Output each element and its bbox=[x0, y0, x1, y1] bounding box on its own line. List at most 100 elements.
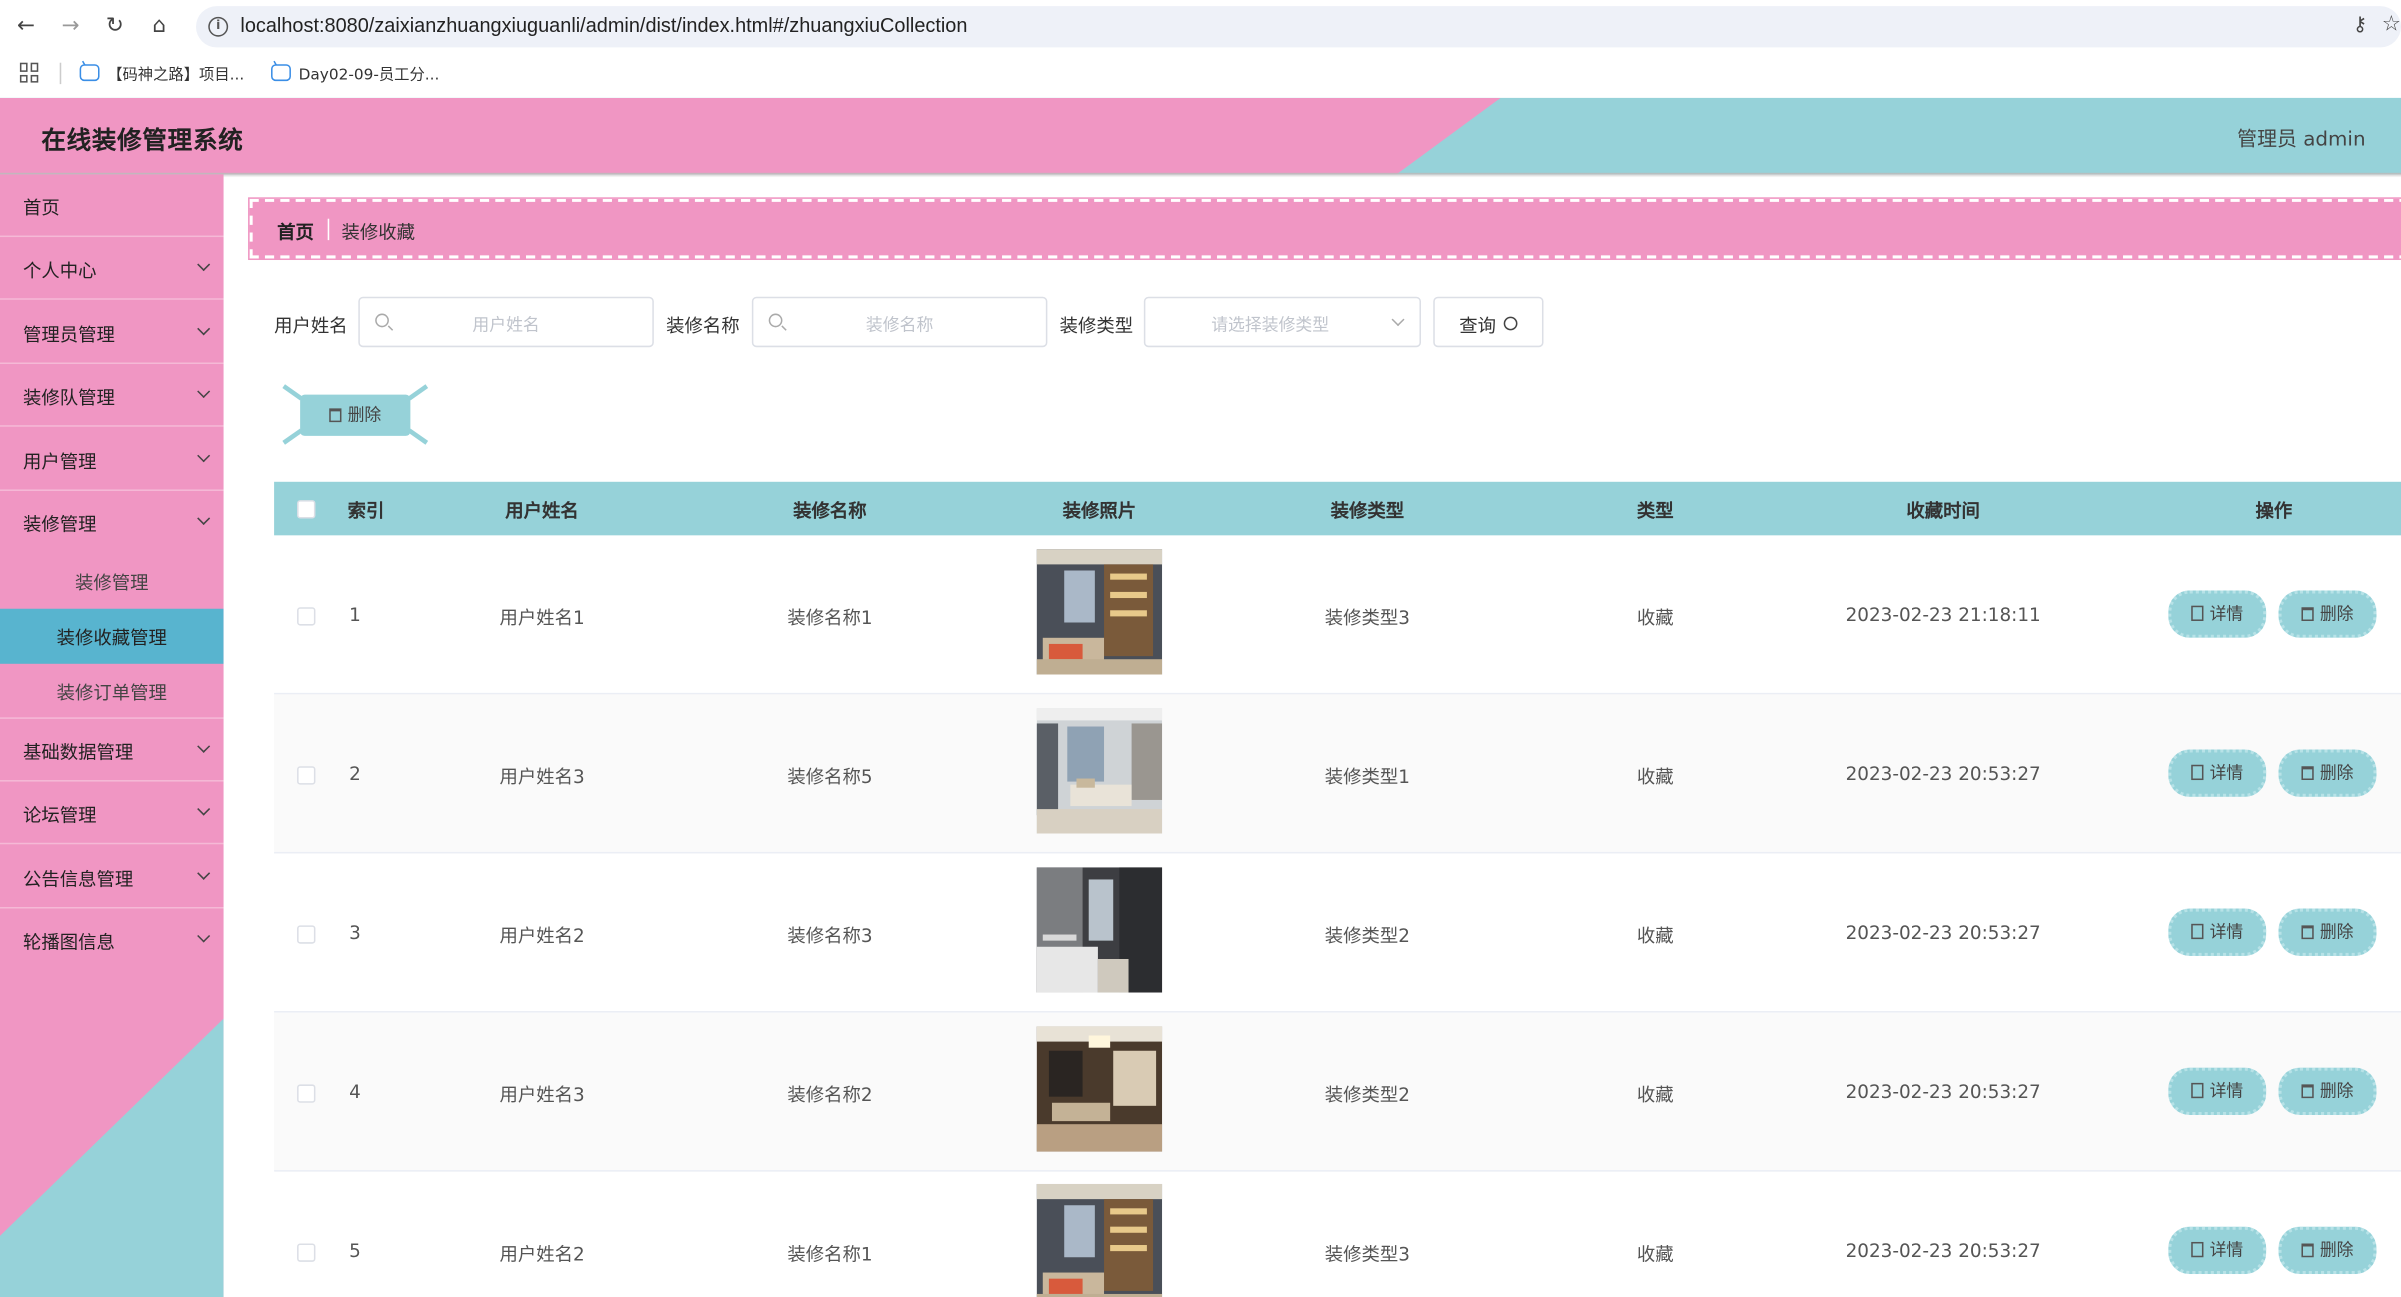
sidebar-item-carousel[interactable]: 轮播图信息 bbox=[0, 909, 224, 972]
cell-time: 2023-02-23 20:53:27 bbox=[1845, 1081, 2041, 1103]
bulk-delete-button[interactable]: 删除 bbox=[282, 384, 429, 445]
cell-deco-type: 装修类型1 bbox=[1324, 766, 1411, 788]
sidebar-subitem-decoration[interactable]: 装修管理 bbox=[0, 554, 224, 609]
row-checkbox[interactable] bbox=[297, 607, 316, 626]
detail-button[interactable]: 详情 bbox=[2168, 1067, 2267, 1116]
forward-icon[interactable]: → bbox=[55, 11, 86, 42]
bookmark-star-icon[interactable]: ☆ bbox=[2382, 12, 2401, 36]
sidebar-item-decoration-management[interactable]: 装修管理 bbox=[0, 491, 224, 554]
browser-toolbar: ← → ↻ ⌂ i localhost:8080/zaixianzhuangxi… bbox=[0, 0, 2401, 53]
chevron-down-icon bbox=[197, 802, 211, 816]
document-icon bbox=[2191, 605, 2204, 621]
query-button[interactable]: 查询 bbox=[1433, 296, 1544, 348]
decoration-type-select[interactable]: 请选择装修类型 bbox=[1143, 296, 1421, 348]
breadcrumb-current: 装修收藏 bbox=[341, 221, 415, 244]
sidebar-item-label: 公告信息管理 bbox=[22, 868, 134, 891]
detail-button[interactable]: 详情 bbox=[2168, 1226, 2267, 1275]
bookmark-item[interactable]: 【码神之路】项目... bbox=[79, 61, 244, 84]
interior-photo-thumbnail[interactable] bbox=[1036, 1183, 1163, 1297]
bilibili-icon bbox=[271, 64, 291, 82]
chevron-down-icon bbox=[197, 929, 211, 943]
user-name-input[interactable]: 用户姓名 bbox=[358, 296, 654, 348]
sidebar-item-label: 轮播图信息 bbox=[22, 931, 115, 953]
apps-grid-icon[interactable] bbox=[19, 62, 40, 83]
detail-button[interactable]: 详情 bbox=[2168, 908, 2267, 956]
bookmarks-bar: 【码神之路】项目... Day02-09-员工分... bbox=[0, 52, 2401, 95]
detail-button[interactable]: 详情 bbox=[2168, 749, 2267, 797]
row-checkbox[interactable] bbox=[297, 766, 316, 785]
detail-button-label: 详情 bbox=[2209, 604, 2244, 625]
decoration-name-input[interactable]: 装修名称 bbox=[751, 296, 1048, 348]
sidebar-subitem-collection[interactable]: 装修收藏管理 bbox=[0, 608, 224, 664]
sidebar-item-label: 管理员管理 bbox=[22, 324, 115, 346]
interior-photo-thumbnail[interactable] bbox=[1036, 867, 1163, 993]
column-header-photo[interactable]: 装修照片 bbox=[1063, 497, 1137, 523]
bookmark-item[interactable]: Day02-09-员工分... bbox=[271, 61, 439, 84]
delete-button[interactable]: 删除 bbox=[2278, 590, 2377, 638]
cell-time: 2023-02-23 21:18:11 bbox=[1845, 604, 2041, 626]
sidebar-item-personal-center[interactable]: 个人中心 bbox=[0, 237, 224, 300]
sidebar-item-forum[interactable]: 论坛管理 bbox=[0, 782, 224, 845]
sidebar-subitem-orders[interactable]: 装修订单管理 bbox=[0, 664, 224, 719]
cell-user: 用户姓名1 bbox=[499, 607, 585, 629]
url-text[interactable]: localhost:8080/zaixianzhuangxiuguanli/ad… bbox=[240, 14, 967, 37]
trash-icon bbox=[2301, 925, 2314, 940]
chevron-down-icon bbox=[197, 258, 211, 272]
table-row: 2 用户姓名3 装修名称5 装修类型1 收藏 2023-02-23 20:53:… bbox=[274, 694, 2401, 854]
trash-icon bbox=[329, 408, 342, 423]
sidebar-item-announcement[interactable]: 公告信息管理 bbox=[0, 846, 224, 909]
column-header-deco-type[interactable]: 装修类型 bbox=[1331, 497, 1405, 523]
sidebar-item-team-management[interactable]: 装修队管理 bbox=[0, 364, 224, 427]
sidebar-item-user-management[interactable]: 用户管理 bbox=[0, 428, 224, 491]
breadcrumb-divider bbox=[327, 218, 330, 241]
cell-name: 装修名称2 bbox=[787, 1084, 873, 1106]
admin-user-label[interactable]: 管理员 admin bbox=[2237, 122, 2365, 151]
column-header-actions: 操作 bbox=[2255, 500, 2293, 522]
sidebar-item-label: 基础数据管理 bbox=[22, 741, 134, 764]
row-checkbox[interactable] bbox=[297, 1243, 316, 1262]
breadcrumb-home[interactable]: 首页 bbox=[277, 219, 314, 245]
chevron-down-icon bbox=[197, 385, 211, 399]
column-header-time[interactable]: 收藏时间 bbox=[1906, 497, 1980, 523]
document-icon bbox=[2191, 1241, 2204, 1258]
address-bar[interactable]: i localhost:8080/zaixianzhuangxiuguanli/… bbox=[196, 6, 2401, 48]
home-icon[interactable]: ⌂ bbox=[144, 11, 175, 42]
table-row: 4 用户姓名3 装修名称2 装修类型2 收藏 2023-02-23 20:53:… bbox=[274, 1012, 2401, 1172]
interior-photo-thumbnail[interactable] bbox=[1036, 708, 1163, 834]
sidebar-teal-corner bbox=[0, 1018, 224, 1297]
column-header-index[interactable]: 索引 bbox=[348, 497, 385, 523]
document-icon bbox=[2191, 764, 2204, 781]
cell-name: 装修名称5 bbox=[787, 766, 873, 788]
delete-button[interactable]: 删除 bbox=[2278, 1067, 2377, 1116]
password-key-icon[interactable]: ⚷ bbox=[2353, 14, 2368, 37]
detail-button[interactable]: 详情 bbox=[2168, 590, 2267, 638]
interior-photo-thumbnail[interactable] bbox=[1036, 549, 1163, 675]
sidebar: 首页 个人中心 管理员管理 装修队管理 用户管理 装修管理 装修管理 装修收藏管… bbox=[0, 174, 224, 1297]
delete-button[interactable]: 删除 bbox=[2278, 1226, 2377, 1275]
cell-type: 收藏 bbox=[1636, 1243, 1674, 1265]
interior-photo-thumbnail[interactable] bbox=[1036, 1026, 1163, 1152]
cell-type: 收藏 bbox=[1636, 1084, 1674, 1106]
table-header: 索引 用户姓名 装修名称 装修照片 装修类型 类型 收藏时间 操作 bbox=[274, 481, 2401, 536]
table-row: 3 用户姓名2 装修名称3 装修类型2 收藏 2023-02-23 20:53:… bbox=[274, 853, 2401, 1013]
cell-index: 4 bbox=[349, 1081, 361, 1103]
reload-icon[interactable]: ↻ bbox=[100, 11, 131, 42]
detail-button-label: 详情 bbox=[2209, 1240, 2244, 1261]
column-header-name[interactable]: 装修名称 bbox=[793, 497, 867, 523]
back-icon[interactable]: ← bbox=[11, 11, 42, 42]
chevron-down-icon bbox=[197, 449, 211, 463]
app-header: 在线装修管理系统 管理员 admin bbox=[0, 97, 2401, 175]
sidebar-item-admin-management[interactable]: 管理员管理 bbox=[0, 301, 224, 365]
cell-index: 1 bbox=[349, 604, 361, 626]
column-header-user[interactable]: 用户姓名 bbox=[505, 497, 579, 523]
chevron-down-icon bbox=[197, 512, 211, 525]
sidebar-item-base-data[interactable]: 基础数据管理 bbox=[0, 719, 224, 782]
sidebar-item-home[interactable]: 首页 bbox=[0, 174, 224, 238]
column-header-type[interactable]: 类型 bbox=[1637, 497, 1674, 523]
delete-button[interactable]: 删除 bbox=[2278, 749, 2377, 797]
row-checkbox[interactable] bbox=[297, 925, 316, 944]
site-info-icon[interactable]: i bbox=[208, 16, 229, 37]
select-all-checkbox[interactable] bbox=[297, 500, 316, 519]
row-checkbox[interactable] bbox=[297, 1084, 316, 1103]
delete-button[interactable]: 删除 bbox=[2278, 908, 2377, 956]
